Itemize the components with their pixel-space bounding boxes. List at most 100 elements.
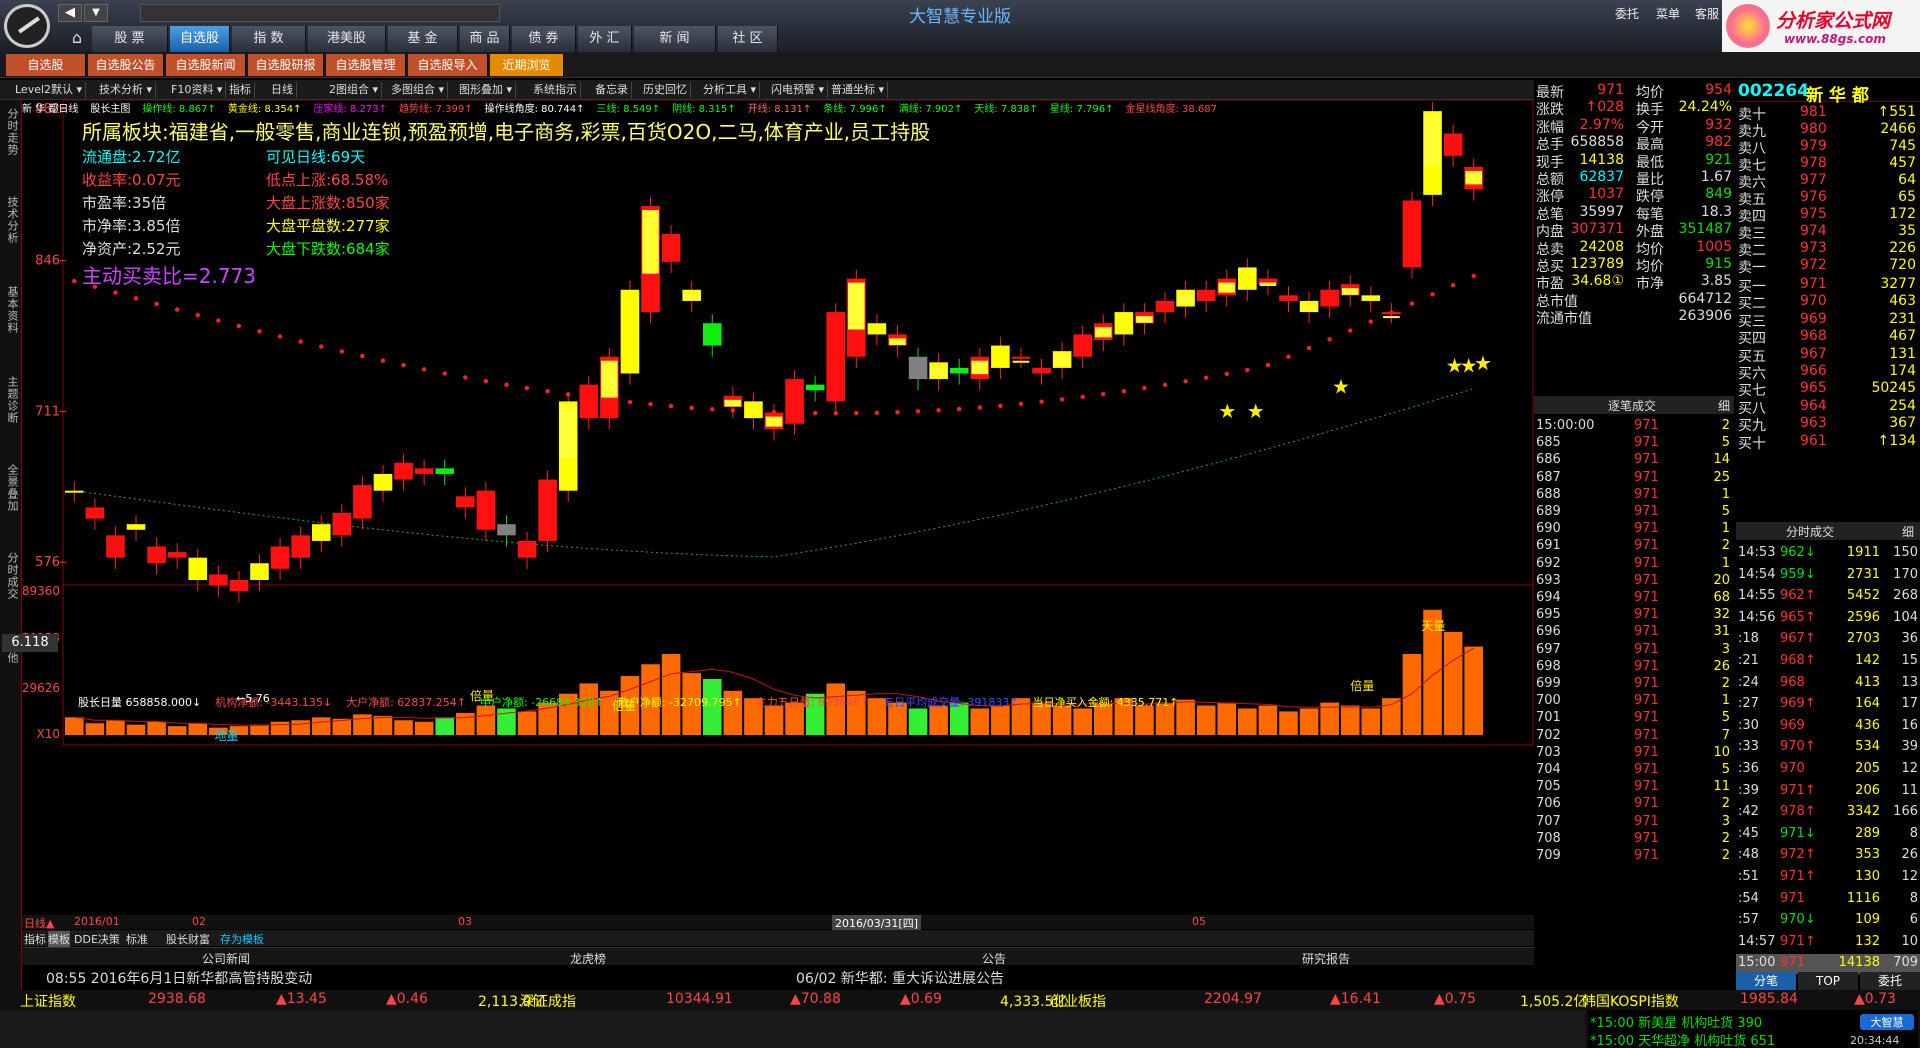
news-column-header[interactable]: 龙虎榜: [570, 950, 606, 967]
bid-row[interactable]: 买五 967 131: [1736, 346, 1920, 365]
minute-count: 12: [1901, 761, 1918, 776]
minute-detail-button[interactable]: 细: [1902, 523, 1914, 540]
left-tab[interactable]: 分时走势: [2, 108, 20, 156]
bid-row[interactable]: 买七 965 50245: [1736, 380, 1920, 399]
news-column-header[interactable]: 公司新闻: [202, 950, 250, 967]
candle: [744, 401, 763, 419]
toolbar-button[interactable]: 指标: [226, 82, 255, 98]
candle: [435, 468, 455, 474]
ask-row[interactable]: 卖四 975 172: [1736, 206, 1920, 225]
news-tab[interactable]: 指标: [24, 931, 46, 947]
sub-tab[interactable]: 自选股导入: [408, 54, 488, 76]
sub-tab[interactable]: 自选股新闻: [166, 54, 246, 76]
bid-row[interactable]: 买一 971 3277: [1736, 276, 1920, 295]
quote-bottom-tab[interactable]: TOP: [1798, 972, 1858, 990]
bid-row[interactable]: 买三 969 231: [1736, 311, 1920, 330]
tick-price: 971: [1634, 779, 1659, 795]
left-tab[interactable]: 基本资料: [2, 286, 20, 334]
menu-main[interactable]: 菜单: [1656, 5, 1680, 22]
bid-row[interactable]: 买二 970 463: [1736, 293, 1920, 312]
ask-row[interactable]: 卖一 972 720: [1736, 257, 1920, 276]
ask-row[interactable]: 卖七 978 457: [1736, 155, 1920, 174]
index-field[interactable]: 深证成指: [520, 991, 576, 1011]
quote-value: 3.85: [1700, 273, 1732, 290]
news-tab[interactable]: 模板: [48, 931, 70, 947]
alert-item[interactable]: *15:00 天华超净 机构吐货 651: [1590, 1030, 1775, 1048]
menu-service[interactable]: 客服: [1695, 5, 1719, 22]
sub-tab[interactable]: 自选股管理: [326, 54, 406, 76]
toolbar-button[interactable]: 普通坐标 ▾: [828, 82, 889, 98]
news-tab[interactable]: DDE决策: [74, 931, 120, 947]
news-tab[interactable]: 存为模板: [220, 931, 264, 947]
toolbar-button[interactable]: 备忘录: [592, 82, 632, 98]
toolbar-button[interactable]: 分析工具 ▾: [700, 82, 761, 98]
sub-tab[interactable]: 近期浏览: [490, 54, 564, 76]
nav-tab[interactable]: 港美股: [308, 26, 386, 52]
left-tab[interactable]: 全景叠加: [2, 464, 20, 512]
toolbar-button[interactable]: 多图组合 ▾: [388, 82, 449, 98]
home-icon[interactable]: ⌂: [66, 28, 88, 52]
nav-tab[interactable]: 基 金: [388, 26, 458, 52]
ask-row[interactable]: 卖三 974 35: [1736, 223, 1920, 242]
toolbar-button[interactable]: 闪电预警 ▾: [768, 82, 829, 98]
ask-row[interactable]: 卖二 973 226: [1736, 240, 1920, 259]
nav-tab[interactable]: 自选股: [170, 26, 230, 52]
toolbar-button[interactable]: 系统指示: [530, 82, 581, 98]
nav-tab[interactable]: 新 闻: [634, 26, 716, 52]
candle: [1011, 356, 1031, 359]
tick-time: 707: [1536, 813, 1561, 829]
quote-bottom-tab[interactable]: 分笔: [1736, 972, 1796, 990]
nav-tab[interactable]: 社 区: [718, 26, 778, 52]
left-tab[interactable]: 主题诊断: [2, 376, 20, 424]
bid-row[interactable]: 买四 968 467: [1736, 328, 1920, 347]
sub-tab[interactable]: 自选股公告: [88, 54, 164, 76]
toolbar-button[interactable]: 历史回忆: [640, 82, 691, 98]
bid-row[interactable]: 买九 963 367: [1736, 415, 1920, 434]
news-column-header[interactable]: 公告: [982, 950, 1006, 967]
left-tab[interactable]: 分时成交: [2, 552, 20, 600]
bid-volume: 463: [1889, 293, 1916, 310]
toolbar-button[interactable]: F10资料 ▾: [168, 82, 227, 98]
minute-row: :51 971↑ 130 12: [1736, 868, 1920, 888]
bid-row[interactable]: 买六 966 174: [1736, 363, 1920, 382]
ask-row[interactable]: 卖十 981 ↑551: [1736, 104, 1920, 123]
sub-tab[interactable]: 自选股研报: [248, 54, 324, 76]
index-field[interactable]: 创业板指: [1050, 991, 1106, 1011]
toolbar-button[interactable]: 技术分析 ▾: [96, 82, 157, 98]
trend-dot: [319, 344, 324, 349]
nav-tab[interactable]: 外 汇: [578, 26, 632, 52]
left-tab[interactable]: 技术分析: [2, 196, 20, 244]
ask-row[interactable]: 卖八 979 745: [1736, 138, 1920, 157]
ask-row[interactable]: 卖九 980 2466: [1736, 121, 1920, 140]
toolbar-button[interactable]: 图形叠加 ▾: [456, 82, 517, 98]
quote-bottom-tab[interactable]: 委托: [1860, 972, 1920, 990]
alert-item[interactable]: *15:00 新美星 机构吐货 390: [1590, 1012, 1762, 1031]
volume-legend-item: 五日平均成交量: 391833↑: [883, 696, 1019, 709]
kline-svg[interactable]: 982846711576893605925329626X10 ★★★★★★ 天量…: [22, 99, 1534, 940]
news-column-header[interactable]: 研究报告: [1302, 950, 1350, 967]
sub-tab[interactable]: 自选股: [6, 54, 86, 76]
index-field[interactable]: 上证指数: [20, 991, 76, 1011]
ticks-detail-button[interactable]: 细: [1718, 397, 1730, 414]
nav-tab[interactable]: 股 票: [92, 26, 168, 52]
news-tab[interactable]: 股长财富: [166, 931, 210, 947]
toolbar-button[interactable]: 日线: [268, 82, 297, 98]
nav-tab[interactable]: 指 数: [232, 26, 306, 52]
minute-price: 969: [1780, 717, 1805, 733]
bid-row[interactable]: 买十 961 ↑134: [1736, 433, 1920, 452]
kline-chart[interactable]: 982846711576893605925329626X10 ★★★★★★ 天量…: [22, 99, 1534, 940]
ask-row[interactable]: 卖五 976 65: [1736, 189, 1920, 208]
menu-trade[interactable]: 委托: [1615, 5, 1639, 22]
volume-legend-item: 当日净买入金额: 4335.771↑: [1032, 696, 1179, 709]
index-field[interactable]: 韩国KOSPI指数: [1582, 991, 1679, 1011]
news-item[interactable]: 08:55 2016年6月1日新华都高管持股变动: [46, 968, 312, 988]
nav-tab[interactable]: 债 券: [512, 26, 576, 52]
news-item[interactable]: 06/02 新华都: 重大诉讼进展公告: [796, 968, 1004, 988]
news-tab[interactable]: 标准: [126, 931, 148, 947]
candle: [620, 289, 640, 374]
nav-tab[interactable]: 商 品: [460, 26, 510, 52]
ask-row[interactable]: 卖六 977 64: [1736, 172, 1920, 191]
toolbar-button[interactable]: Level2默认 ▾: [12, 82, 87, 98]
toolbar-button[interactable]: 2图组合 ▾: [326, 82, 383, 98]
bid-row[interactable]: 买八 964 254: [1736, 398, 1920, 417]
